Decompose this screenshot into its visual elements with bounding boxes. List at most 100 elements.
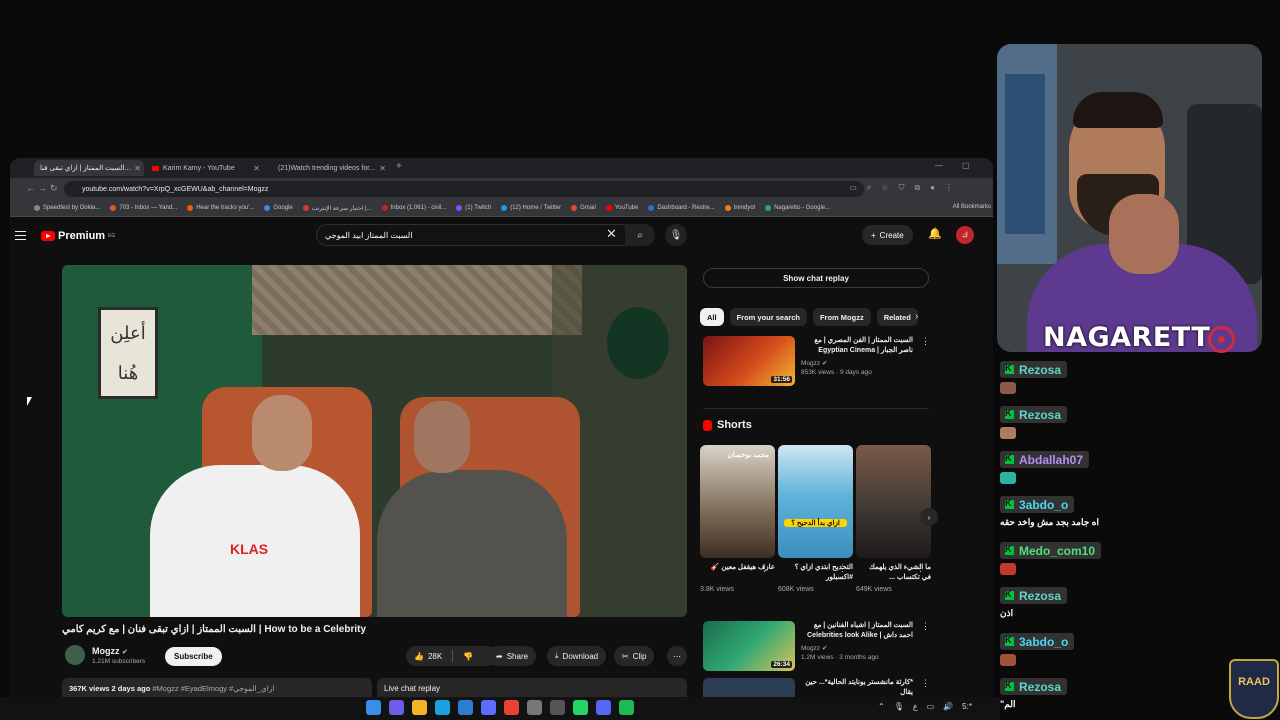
recommendation-title[interactable]: السبت الممتاز | اشباه الفنانين | مع احمد…	[801, 621, 913, 641]
chat-text: الم"	[1000, 699, 1016, 709]
search-input[interactable]: السبت الممتاز ابيد الموجي	[316, 224, 630, 246]
video-thumbnail[interactable]: 26:34	[703, 621, 795, 671]
reload-icon[interactable]: ↻	[50, 183, 58, 194]
video-thumbnail[interactable]: 31:56	[703, 336, 795, 386]
profile-icon[interactable]: ●	[930, 183, 935, 193]
app-icon[interactable]	[481, 700, 496, 715]
more-dots-icon[interactable]: ⋮	[916, 563, 925, 574]
discord-icon[interactable]	[596, 700, 611, 715]
video-player[interactable]: أعلِن هُنا KLAS	[62, 265, 687, 617]
shield-icon[interactable]: ⛉	[898, 183, 904, 193]
thumbs-down-icon[interactable]: 👎	[463, 652, 473, 661]
outlook-icon[interactable]	[458, 700, 473, 715]
bookmark-item[interactable]: trendyol	[724, 205, 755, 211]
more-dots-icon[interactable]: ⋮	[921, 621, 930, 632]
channel-avatar[interactable]	[65, 645, 85, 665]
thumbs-up-icon[interactable]: 👍	[414, 652, 424, 661]
channel-name[interactable]: Mogzz ✔	[92, 646, 128, 656]
search-button[interactable]: ⌕	[625, 224, 655, 246]
chip-from-mogzz[interactable]: From Mogzz	[812, 308, 871, 326]
chip-related[interactable]: Related	[876, 308, 918, 326]
minimize-icon[interactable]: —	[935, 161, 943, 170]
chat-message: Rezosa الم"	[1000, 678, 1068, 710]
short-item[interactable]: ازاي بدأ الدحيح ؟ التحديح ابتدي ازاي ؟ #…	[778, 445, 853, 593]
more-actions-button[interactable]: ⋯	[667, 646, 687, 666]
youtube-logo[interactable]: Premium EG	[41, 230, 115, 242]
notifications-bell-icon[interactable]: 🔔	[928, 227, 942, 240]
app-icon[interactable]	[527, 700, 542, 715]
recommendation-title[interactable]: السبت الممتاز | الفن المصري | مع ناصر ال…	[801, 336, 913, 356]
bookmark-item[interactable]: YouTube	[605, 205, 638, 211]
bookmark-star-icon[interactable]: ☆	[881, 183, 888, 193]
bookmark-item[interactable]: Nagaretto - Google...	[765, 205, 830, 211]
menu-icon[interactable]	[15, 231, 26, 240]
bookmark-item[interactable]: Gmail	[571, 205, 596, 211]
back-icon[interactable]: ←	[26, 183, 35, 193]
bookmark-item[interactable]: Inbox (1,061) - civil...	[381, 205, 446, 211]
show-chat-replay-button[interactable]: Show chat replay	[703, 268, 929, 288]
cast-icon[interactable]: ▭	[849, 183, 857, 193]
forward-icon[interactable]: →	[38, 183, 47, 193]
account-avatar[interactable]: ك	[956, 226, 974, 244]
bookmark-item[interactable]: (1) Twitch	[456, 205, 491, 211]
bookmark-item[interactable]: 703 - Inbox — Yand...	[110, 205, 177, 211]
clear-search-icon[interactable]: ✕	[606, 226, 617, 242]
recommendation-item[interactable]: 31:56 السبت الممتاز | الفن المصري | مع ن…	[703, 336, 930, 386]
mic-icon[interactable]: 🎙	[894, 702, 904, 711]
bookmark-item[interactable]: Speedtest by Ookla...	[34, 205, 100, 211]
short-thumbnail[interactable]	[856, 445, 931, 558]
chip-all[interactable]: All	[700, 308, 724, 326]
whatsapp-icon[interactable]	[573, 700, 588, 715]
all-bookmarks[interactable]: All Bookmarks	[953, 204, 991, 210]
tab-current[interactable]: السبت الممتاز | ازاي تبقى فنا... ✕	[34, 160, 144, 176]
spotify-icon[interactable]	[619, 700, 634, 715]
chrome-icon[interactable]	[504, 700, 519, 715]
hashtags[interactable]: #Mogzz #EyadElmogy #ازاي_الموجي	[152, 684, 274, 693]
more-dots-icon[interactable]: ⋮	[921, 678, 928, 689]
more-dots-icon[interactable]: ⋮	[838, 563, 847, 574]
url-field[interactable]: youtube.com/watch?v=XrpQ_xcGEWU&ab_chann…	[64, 181, 864, 197]
volume-icon[interactable]: 🔊	[943, 702, 953, 711]
copilot-icon[interactable]	[389, 700, 404, 715]
zoom-icon[interactable]: ⌕	[867, 183, 871, 193]
chevron-up-icon[interactable]: ⌃	[878, 702, 885, 711]
create-button[interactable]: + Create	[862, 225, 913, 245]
chevron-right-icon[interactable]: ›	[915, 311, 918, 322]
language-icon[interactable]: ع	[913, 702, 918, 711]
close-icon[interactable]: ✕	[253, 164, 260, 173]
bookmark-item[interactable]: Dashboard - Restre...	[648, 205, 715, 211]
more-dots-icon[interactable]: ⋮	[760, 563, 769, 574]
menu-dots-icon[interactable]: ⋮	[945, 183, 953, 193]
network-icon[interactable]: ▭	[927, 702, 935, 711]
app-icon[interactable]	[550, 700, 565, 715]
recommendation-item[interactable]: 26:34 السبت الممتاز | اشباه الفنانين | م…	[703, 621, 930, 671]
recommendation-title[interactable]: *كارثة مانشستر يونايتد الحالية*... حين ي…	[801, 678, 913, 698]
new-tab-icon[interactable]: +	[396, 161, 402, 172]
bookmark-item[interactable]: Hear the tracks you'...	[187, 205, 254, 211]
like-count[interactable]: 28K	[428, 652, 442, 661]
bookmark-item[interactable]: Google	[264, 205, 293, 211]
maximize-icon[interactable]: ▢	[962, 161, 970, 170]
voice-search-button[interactable]: 🎙	[665, 224, 687, 246]
bookmark-item[interactable]: (12) Home / Twitter	[501, 205, 561, 211]
download-button[interactable]: ⤓ Download	[547, 646, 607, 666]
close-icon[interactable]: ✕	[379, 164, 386, 173]
clip-button[interactable]: ✂ Clip	[614, 646, 655, 666]
close-icon[interactable]: ✕	[134, 164, 141, 173]
bookmark-item[interactable]: اختبار سرعة الإنترنت |...	[302, 205, 372, 212]
subscribe-button[interactable]: Subscribe	[165, 647, 222, 666]
more-dots-icon[interactable]: ⋮	[921, 336, 930, 347]
edge-icon[interactable]	[435, 700, 450, 715]
extensions-icon[interactable]: ⧉	[914, 183, 920, 193]
short-thumbnail[interactable]: محمد بوحسان	[700, 445, 775, 558]
share-button[interactable]: ➦ Share	[488, 646, 537, 666]
chevron-right-icon[interactable]: ›	[920, 508, 938, 526]
short-thumbnail[interactable]: ازاي بدأ الدحيح ؟	[778, 445, 853, 558]
tab-trending[interactable]: (21)Watch trending videos for... ✕	[272, 160, 392, 176]
tab-karim-kamy[interactable]: Karim Kamy - YouTube ✕	[146, 160, 266, 176]
short-item[interactable]: محمد بوحسان عازف هيقفل معين 🎸 3.8K views…	[700, 445, 775, 593]
file-explorer-icon[interactable]	[412, 700, 427, 715]
start-icon[interactable]	[366, 700, 381, 715]
chip-from-search[interactable]: From your search	[729, 308, 807, 326]
clock[interactable]: 5:*	[962, 702, 972, 711]
